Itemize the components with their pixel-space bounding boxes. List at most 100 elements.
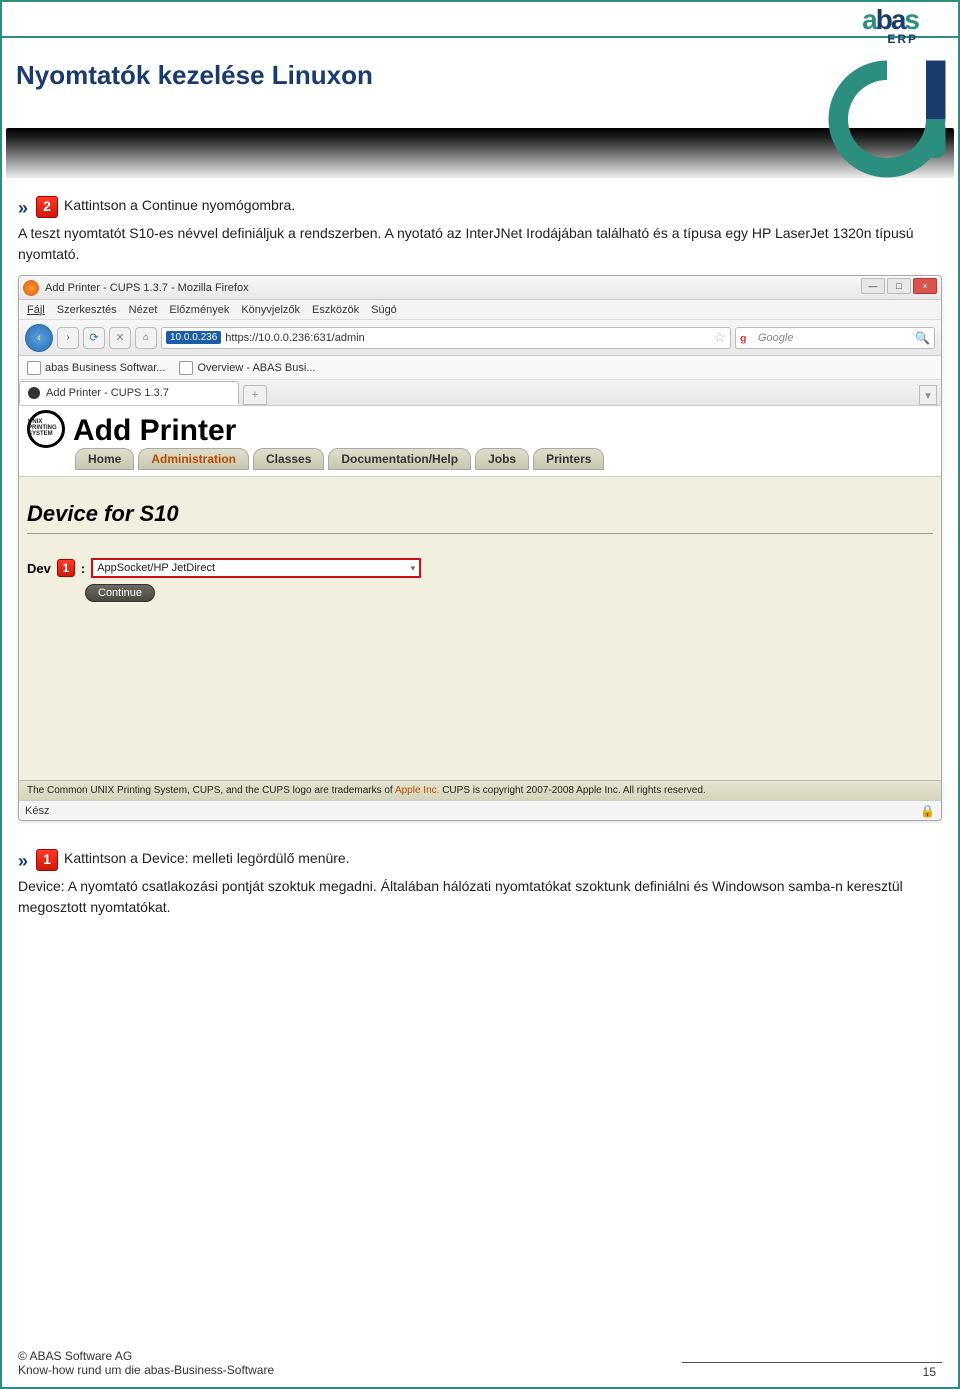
- svg-text:g: g: [740, 332, 746, 344]
- bookmark-star-icon[interactable]: ☆: [713, 329, 726, 346]
- firefox-icon: [23, 280, 39, 296]
- cups-footer-post: CUPS is copyright 2007-2008 Apple Inc. A…: [442, 785, 705, 796]
- google-icon: g: [740, 331, 754, 345]
- cups-nav: Home Administration Classes Documentatio…: [19, 448, 941, 477]
- section2-paragraph: Device: A nyomtató csatlakozási pontját …: [18, 876, 942, 918]
- cups-section: Device for S10 Dev 1 : AppSocket/HP JetD…: [19, 477, 941, 780]
- decorative-a-icon: [822, 54, 952, 184]
- cups-tab-icon: [28, 387, 40, 399]
- reload-button[interactable]: ⟳: [83, 327, 105, 349]
- step-2-row: » 2 Kattintson a Continue nyomógombra.: [18, 196, 942, 221]
- cups-logo-icon: UNIX PRINTING SYSTEM: [27, 410, 65, 448]
- home-button[interactable]: ⌂: [135, 327, 157, 349]
- content-area: » 2 Kattintson a Continue nyomógombra. A…: [2, 182, 958, 918]
- bookmark-icon: [179, 361, 193, 375]
- firefox-title: Add Printer - CUPS 1.3.7 - Mozilla Firef…: [45, 282, 249, 294]
- maximize-button[interactable]: □: [887, 278, 911, 294]
- firefox-statusbar: Kész 🔒: [19, 800, 941, 820]
- select-arrow-icon: ▾: [411, 563, 416, 574]
- bookmark-2[interactable]: Overview - ABAS Busi...: [179, 361, 315, 375]
- search-placeholder: Google: [758, 332, 793, 344]
- cups-nav-classes[interactable]: Classes: [253, 448, 324, 470]
- cups-nav-admin[interactable]: Administration: [138, 448, 249, 470]
- bookmarks-bar: abas Business Softwar... Overview - ABAS…: [19, 356, 941, 380]
- cups-nav-docs[interactable]: Documentation/Help: [328, 448, 471, 470]
- footer-left: © ABAS Software AG Know-how rund um die …: [18, 1349, 942, 1377]
- bullet-arrow-icon: »: [18, 849, 28, 874]
- device-select-value: AppSocket/HP JetDirect: [97, 562, 215, 574]
- cups-header: UNIX PRINTING SYSTEM Add Printer: [19, 406, 941, 448]
- bullet-arrow-icon: »: [18, 196, 28, 221]
- logo-letter-s: s: [904, 6, 918, 34]
- lock-icon: 🔒: [920, 804, 935, 818]
- device-select[interactable]: AppSocket/HP JetDirect ▾: [91, 558, 421, 578]
- firefox-window: Add Printer - CUPS 1.3.7 - Mozilla Firef…: [18, 275, 942, 821]
- bookmark-1[interactable]: abas Business Softwar...: [27, 361, 165, 375]
- section1-paragraph: A teszt nyomtatót S10-es névvel definiál…: [18, 223, 942, 265]
- cups-section-title: Device for S10: [27, 501, 933, 527]
- cups-footer-apple: Apple Inc.: [395, 785, 439, 796]
- device-label-right: :: [81, 561, 85, 576]
- menu-nezet[interactable]: Nézet: [129, 304, 158, 316]
- logo-erp: a ba s ERP: [862, 6, 918, 46]
- step-2-text: Kattintson a Continue nyomógombra.: [64, 196, 295, 216]
- menu-eszkozok[interactable]: Eszközök: [312, 304, 359, 316]
- page-footer: 15 © ABAS Software AG Know-how rund um d…: [18, 1362, 942, 1377]
- minimize-button[interactable]: —: [861, 278, 885, 294]
- cups-nav-printers[interactable]: Printers: [533, 448, 604, 470]
- forward-button[interactable]: ›: [57, 327, 79, 349]
- cups-nav-home[interactable]: Home: [75, 448, 134, 470]
- bookmark-1-label: abas Business Softwar...: [45, 362, 165, 374]
- continue-button[interactable]: Continue: [85, 584, 155, 602]
- firefox-menubar: Fájl Szerkesztés Nézet Előzmények Könyvj…: [19, 300, 941, 320]
- bookmark-icon: [27, 361, 41, 375]
- footer-copyright: © ABAS Software AG: [18, 1349, 942, 1363]
- search-icon[interactable]: 🔍: [915, 331, 930, 345]
- url-text: https://10.0.0.236:631/admin: [225, 332, 364, 344]
- step-1-text: Kattintson a Device: melleti legördülő m…: [64, 849, 350, 869]
- footer-tagline: Know-how rund um die abas-Business-Softw…: [18, 1363, 942, 1377]
- device-row: Dev 1 : AppSocket/HP JetDirect ▾: [27, 558, 933, 578]
- tab-list-button[interactable]: ▾: [919, 385, 937, 405]
- cups-title: Add Printer: [73, 414, 236, 448]
- banner-top-bar: a ba s ERP: [2, 2, 958, 38]
- tab-label: Add Printer - CUPS 1.3.7: [46, 387, 169, 399]
- menu-elozmenyek[interactable]: Előzmények: [169, 304, 229, 316]
- logo-letter-a: a: [862, 6, 876, 34]
- step-badge-1: 1: [36, 849, 58, 871]
- cups-page: UNIX PRINTING SYSTEM Add Printer Home Ad…: [19, 406, 941, 800]
- stop-button[interactable]: ✕: [109, 327, 131, 349]
- new-tab-button[interactable]: +: [243, 385, 267, 405]
- banner-gradient: [6, 128, 954, 178]
- menu-fajl[interactable]: Fájl: [27, 304, 45, 316]
- status-text: Kész: [25, 805, 49, 817]
- menu-sugo[interactable]: Súgó: [371, 304, 397, 316]
- cups-divider: [27, 533, 933, 534]
- menu-konyvjelzok[interactable]: Könyvjelzők: [241, 304, 300, 316]
- step-badge-1-inline: 1: [57, 559, 75, 577]
- tabs-bar: Add Printer - CUPS 1.3.7 + ▾: [19, 380, 941, 406]
- page-title: Nyomtatók kezelése Linuxon: [2, 38, 958, 91]
- logo-brand-text: a ba s: [862, 6, 918, 34]
- url-bar[interactable]: 10.0.0.236 https://10.0.0.236:631/admin …: [161, 327, 731, 349]
- document-page: a ba s ERP Nyomtatók kezelése Linuxon » …: [0, 0, 960, 1389]
- cups-nav-jobs[interactable]: Jobs: [475, 448, 529, 470]
- search-bar[interactable]: g Google 🔍: [735, 327, 935, 349]
- tab-active[interactable]: Add Printer - CUPS 1.3.7: [19, 381, 239, 405]
- step-badge-2: 2: [36, 196, 58, 218]
- menu-szerkesztes[interactable]: Szerkesztés: [57, 304, 117, 316]
- logo-letter-ba: ba: [876, 6, 905, 34]
- firefox-titlebar: Add Printer - CUPS 1.3.7 - Mozilla Firef…: [19, 276, 941, 300]
- banner: a ba s ERP Nyomtatók kezelése Linuxon: [2, 2, 958, 182]
- bookmark-2-label: Overview - ABAS Busi...: [197, 362, 315, 374]
- cups-spacer: [27, 602, 933, 772]
- cups-footer: The Common UNIX Printing System, CUPS, a…: [19, 780, 941, 800]
- close-button[interactable]: ×: [913, 278, 937, 294]
- step-1-row: » 1 Kattintson a Device: melleti legördü…: [18, 849, 942, 874]
- device-label-left: Dev: [27, 561, 51, 576]
- window-buttons: — □ ×: [861, 278, 937, 294]
- firefox-toolbar: ‹ › ⟳ ✕ ⌂ 10.0.0.236 https://10.0.0.236:…: [19, 320, 941, 356]
- url-host-chip: 10.0.0.236: [166, 331, 221, 344]
- cups-logo-text: UNIX PRINTING SYSTEM: [28, 419, 62, 437]
- back-button[interactable]: ‹: [25, 324, 53, 352]
